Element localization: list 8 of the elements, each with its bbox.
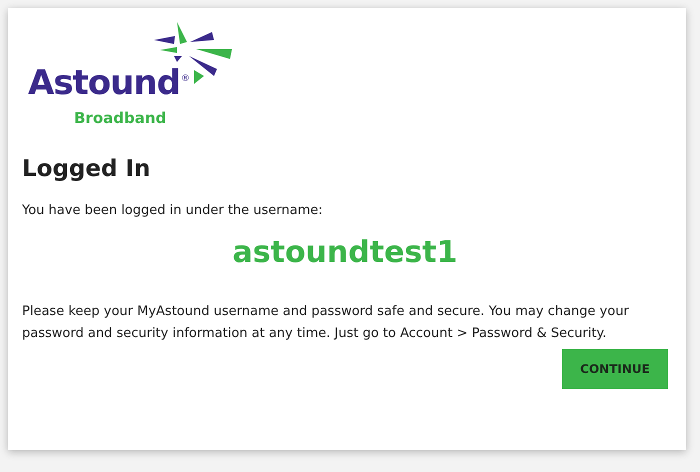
page-heading: Logged In xyxy=(22,158,152,181)
logo-tagline: Broadband xyxy=(74,109,166,127)
continue-button[interactable]: CONTINUE xyxy=(562,348,668,388)
registered-mark: ® xyxy=(180,72,190,86)
message-text: Please keep your MyAstound username and password safe and secure. You may change your password and security information at any time. Just go to Account > Password & Security. xyxy=(22,302,630,342)
intro-text: You have been logged in under the username: xyxy=(22,202,324,220)
logo-wordmark: Astound xyxy=(28,66,180,100)
username-text: astoundtest1 xyxy=(232,234,458,270)
